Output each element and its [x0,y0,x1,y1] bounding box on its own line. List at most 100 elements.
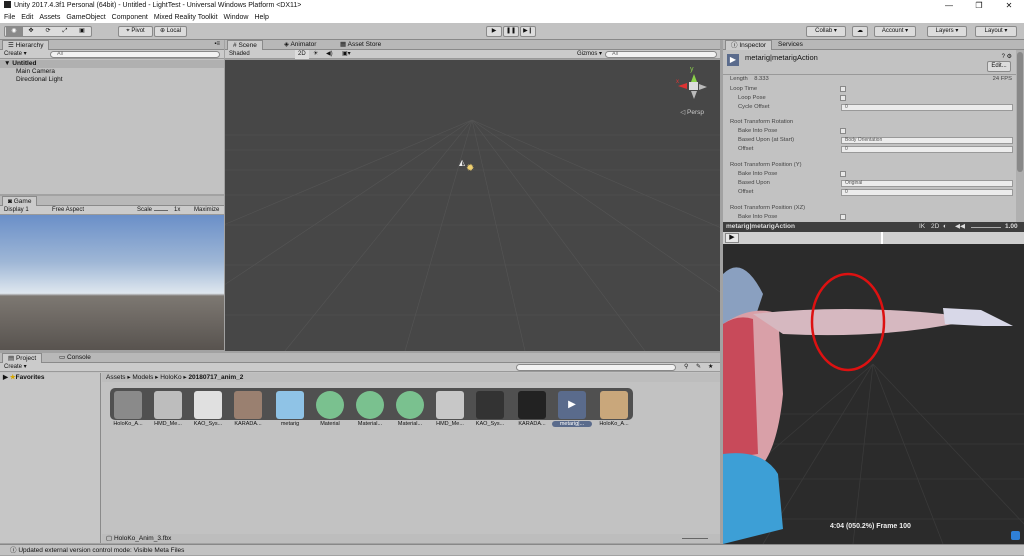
scrollbar-thumb[interactable] [1017,52,1023,172]
position-y-offset-field[interactable]: 0 [841,189,1013,196]
menu-assets[interactable]: Assets [39,12,60,23]
favorites-row[interactable]: ▶ ★Favorites [0,373,100,382]
tab-project[interactable]: ▤ Project [2,353,43,363]
move-tool-icon[interactable]: ✥ [23,27,40,36]
breadcrumb-item[interactable]: Assets [106,374,126,381]
orientation-gizmo[interactable]: y x [676,66,712,106]
layout-dropdown[interactable]: Layout ▾ [975,26,1017,37]
audio-toggle-icon[interactable]: ◀) [326,50,333,59]
tab-animator[interactable]: ◈ Animator [279,40,321,50]
asset-item[interactable]: Material... [390,388,430,427]
game-view[interactable] [0,215,224,350]
rotate-tool-icon[interactable]: ⟳ [40,27,57,36]
position-y-based-upon-dropdown[interactable]: Original [841,180,1013,187]
asset-item[interactable]: metarig [270,388,310,427]
position-xz-bake-checkbox[interactable] [840,214,846,220]
menu-edit[interactable]: Edit [21,12,33,23]
favorite-search-icon[interactable]: ★ [708,363,713,372]
rotation-bake-checkbox[interactable] [840,128,846,134]
hierarchy-search-input[interactable]: All [50,51,220,58]
minimize-button[interactable]: — [934,0,964,12]
scale-tool-icon[interactable]: ⤢ [57,27,74,36]
collab-dropdown[interactable]: Collab ▾ [806,26,846,37]
tab-game[interactable]: ◙ Game [2,196,38,206]
ik-toggle[interactable]: IK [919,222,925,232]
light-gizmo-icon[interactable]: ✹ [466,163,474,174]
tab-services[interactable]: Services [773,40,808,50]
edit-button[interactable]: Edit... [987,61,1011,72]
inspector-scrollbar[interactable] [1016,50,1024,222]
menu-mrtk[interactable]: Mixed Reality Toolkit [154,12,218,23]
camera-gizmo-icon[interactable]: ◭ [459,158,465,167]
aspect-dropdown[interactable]: Free Aspect [52,206,84,215]
maximize-button[interactable]: ❐ [964,0,994,12]
menu-help[interactable]: Help [254,12,268,23]
hierarchy-create-button[interactable]: Create ▾ [0,51,27,57]
menu-gameobject[interactable]: GameObject [66,12,105,23]
hierarchy-item[interactable]: Main Camera [16,68,63,76]
filter-by-type-icon[interactable]: ⚲ [684,363,688,372]
layers-dropdown[interactable]: Layers ▾ [927,26,967,37]
step-button[interactable]: ▶❙ [520,26,536,37]
persp-label[interactable]: ◁ Persp [680,108,704,116]
scale-slider[interactable] [154,210,168,211]
gizmo-center-cube[interactable] [689,82,698,90]
close-button[interactable]: ✕ [994,0,1024,12]
asset-item-selected[interactable]: ▶ metarig|... [552,388,592,427]
play-button[interactable]: ▶ [486,26,502,37]
thumbnail-size-slider[interactable] [682,538,708,539]
gizmos-dropdown[interactable]: Gizmos ▾ [577,50,602,59]
asset-item[interactable]: HoloKo_A... [108,388,148,427]
scene-search-input[interactable]: All [605,51,717,58]
expand-arrow-icon[interactable]: ▶ [3,374,8,381]
cloud-icon[interactable]: ☁ [852,26,868,37]
preview-timeline[interactable]: ▶ [723,232,1024,244]
menu-component[interactable]: Component [112,12,148,23]
asset-label-icon[interactable] [1011,531,1020,540]
breadcrumb-item[interactable]: HoloKo [160,374,181,381]
asset-item[interactable]: Material... [350,388,390,427]
effects-toggle-icon[interactable]: ▣▾ [342,50,351,59]
lighting-toggle-icon[interactable]: ☀ [313,50,318,59]
gizmo-y-axis[interactable] [691,74,697,82]
pivot-toggle[interactable]: ⌖ Pivot [118,26,153,37]
rotation-offset-field[interactable]: 0 [841,146,1013,153]
animation-preview-view[interactable]: 4:04 (050.2%) Frame 100 [723,244,1024,544]
asset-item[interactable]: HMD_Me... [430,388,470,427]
pivot-display-icon[interactable]: ◐ [943,222,947,232]
asset-item[interactable]: HoloKo_A... [594,388,634,427]
asset-item[interactable]: KARADA... [228,388,268,427]
inspector-settings-icons[interactable]: ? ⚙ [1002,53,1012,60]
hierarchy-item[interactable]: Directional Light [16,76,63,84]
tab-console[interactable]: ▭ Console [54,353,96,363]
shading-mode-dropdown[interactable]: Shaded [229,50,250,59]
menu-window[interactable]: Window [224,12,249,23]
menu-file[interactable]: File [4,12,15,23]
asset-item[interactable]: HMD_Me... [148,388,188,427]
breadcrumb-item[interactable]: Models [132,374,153,381]
cycle-offset-field[interactable]: 0 [841,104,1013,111]
project-create-button[interactable]: Create ▾ [0,364,27,370]
position-y-bake-checkbox[interactable] [840,171,846,177]
tab-inspector[interactable]: ⓘ Inspector [725,40,773,50]
asset-item[interactable]: KAO_Sys... [470,388,510,427]
asset-item[interactable]: KAO_Sys... [188,388,228,427]
preview-play-button[interactable]: ▶ [725,233,739,243]
project-search-input[interactable] [516,364,676,371]
local-toggle[interactable]: ⊕ Local [154,26,187,37]
asset-item[interactable]: KARADA... [512,388,552,427]
maximize-on-play-toggle[interactable]: Maximize [194,206,219,215]
tab-asset-store[interactable]: ▦ Asset Store [335,40,386,50]
account-dropdown[interactable]: Account ▾ [874,26,916,37]
preview-2d-toggle[interactable]: 2D [931,222,939,232]
loop-pose-checkbox[interactable] [840,95,846,101]
hand-tool-icon[interactable]: ◉ [5,27,23,36]
breadcrumb-item-current[interactable]: 20180717_anim_2 [188,374,243,381]
gizmo-x-axis[interactable] [678,83,687,89]
scene-root-row[interactable]: ▼ Untitled [0,60,224,68]
display-dropdown[interactable]: Display 1 [4,206,29,215]
gizmo-neg-x-axis[interactable] [699,84,707,90]
expand-arrow-icon[interactable]: ▼ [4,60,10,67]
speed-slider[interactable] [971,227,1001,228]
scene-view[interactable]: ◭ ✹ y x ◁ Persp [225,60,720,351]
